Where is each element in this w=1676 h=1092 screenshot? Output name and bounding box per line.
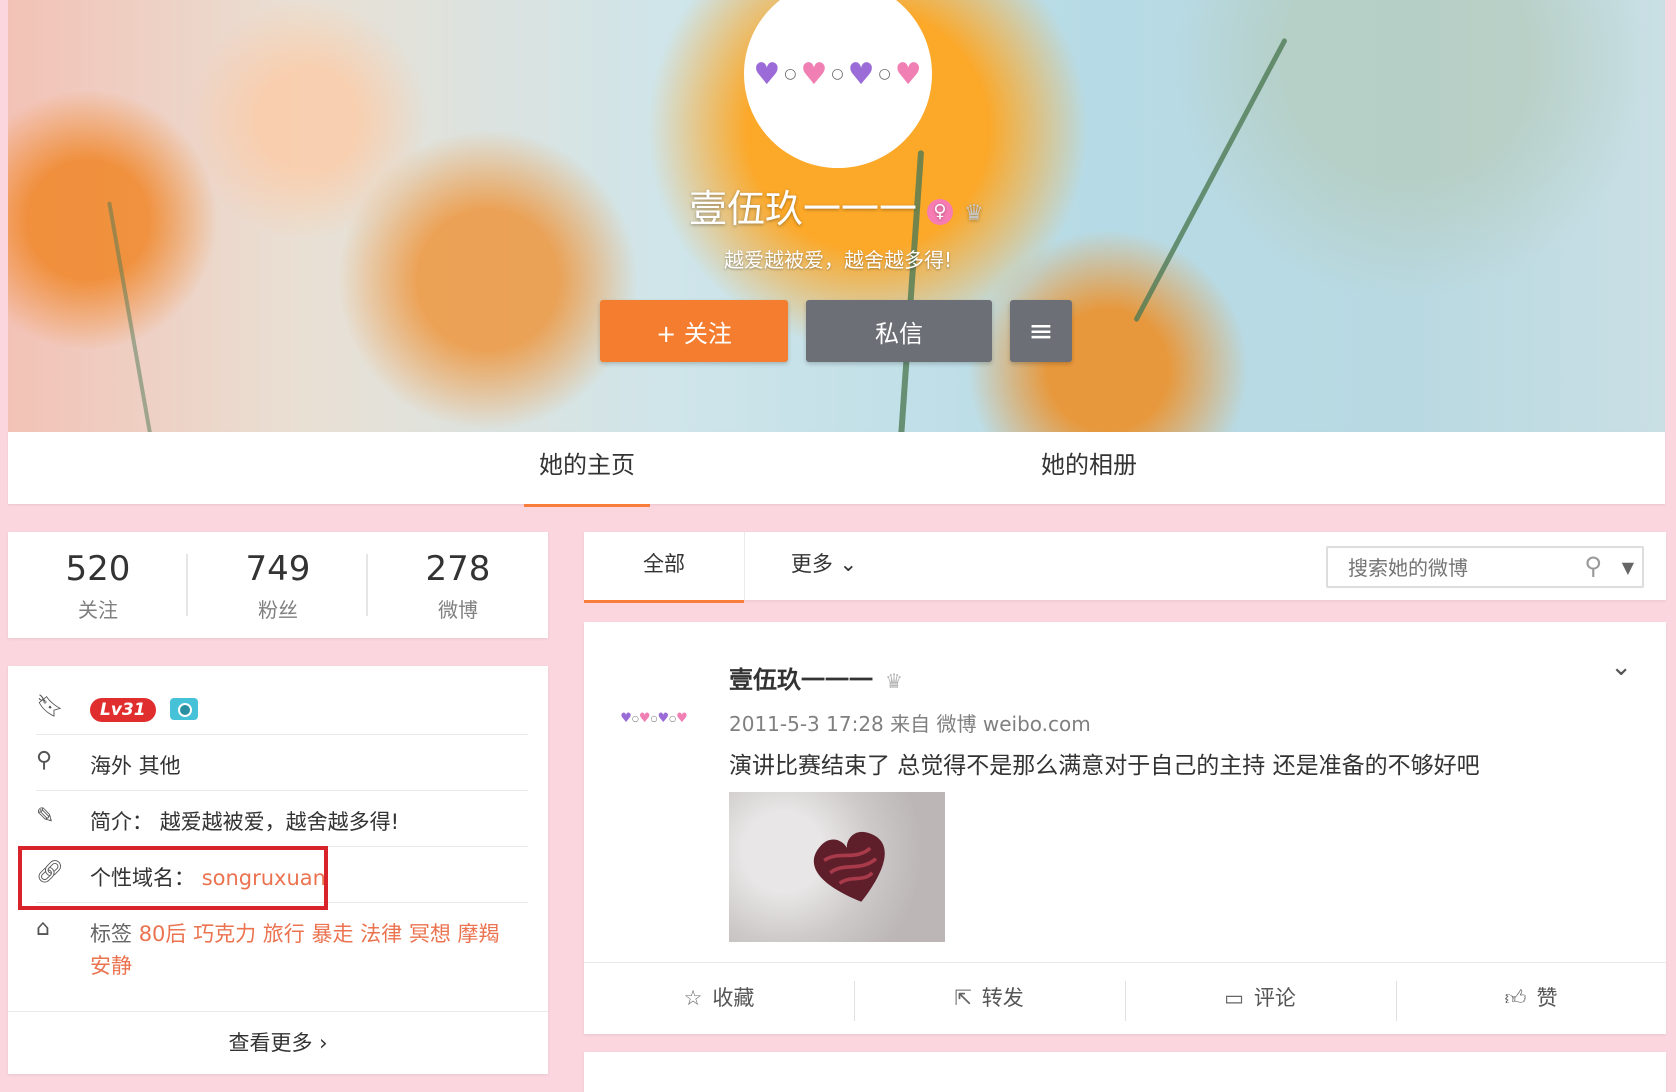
location-text: 海外 其他	[90, 754, 181, 778]
action-favorite[interactable]: ☆ 收藏	[584, 963, 854, 1035]
stat-label: 关注	[78, 598, 118, 622]
intro-value: 越爱越被爱，越舍越多得!	[159, 810, 400, 834]
stat-following[interactable]: 520 关注	[8, 532, 188, 638]
stat-posts[interactable]: 278 微博	[368, 532, 548, 638]
heart-chocolate	[813, 831, 885, 902]
intro-row: ✎ 简介： 越爱越被爱，越舍越多得!	[36, 790, 528, 847]
tag-link[interactable]: 法律	[360, 922, 402, 946]
caret-down-icon[interactable]: ▼	[1622, 558, 1634, 577]
tab-all[interactable]: 全部	[584, 532, 744, 603]
post-image-chocolate-heart[interactable]	[729, 792, 945, 942]
profile-bio: 越爱越被爱，越舍越多得!	[723, 248, 953, 272]
female-icon: ♀	[927, 198, 953, 225]
message-button[interactable]: 私信	[806, 300, 992, 362]
pink-heart-icon: ♥	[800, 56, 829, 92]
level-badge[interactable]: Lv31	[90, 698, 156, 722]
purple-heart-icon: ♥	[753, 56, 782, 92]
post-text: 演讲比赛结束了 总觉得不是那么满意对于自己的主持 还是准备的不够好吧	[729, 753, 1480, 779]
thumbs-up-icon: 👍︎	[1504, 986, 1527, 1010]
highlight-box	[18, 846, 328, 910]
stat-value: 749	[245, 549, 311, 589]
action-label: 赞	[1536, 986, 1558, 1010]
edit-icon: ✎	[36, 804, 55, 829]
search-input[interactable]	[1346, 552, 1570, 584]
profile-tabs: 她的主页 她的相册	[8, 432, 1665, 507]
tag-link[interactable]: 暴走	[311, 922, 353, 946]
search-box: ⚲ ▼	[1326, 546, 1644, 588]
profile-name: 壹伍玖一一一	[688, 187, 917, 231]
tag-link[interactable]: 冥想	[409, 922, 451, 946]
tag-link[interactable]: 摩羯	[458, 922, 500, 946]
post-author-row: 壹伍玖一一一 ♛	[729, 660, 903, 695]
crown-icon[interactable]: ♛	[961, 201, 987, 226]
tag-link[interactable]: 旅行	[263, 922, 305, 946]
stat-label: 微博	[438, 598, 478, 622]
follow-button[interactable]: + 关注	[600, 300, 788, 362]
intro-label: 简介：	[90, 810, 153, 834]
tab-more-dropdown[interactable]: 更多 ⌄	[764, 532, 884, 600]
action-repost[interactable]: ⇱ 转发	[854, 963, 1124, 1035]
crown-icon[interactable]: ♛	[885, 669, 903, 693]
tags-row: ⌂ 标签 80后 巧克力 旅行 暴走 法律 冥想 摩羯 安静	[36, 902, 528, 992]
profile-name-row: 壹伍玖一一一 ♀ ♛	[0, 178, 1676, 233]
tag-icon: ⌂	[36, 916, 50, 941]
view-more-link[interactable]: 查看更多 ›	[8, 1011, 548, 1074]
tag-link[interactable]: 巧克力	[193, 922, 256, 946]
action-like[interactable]: 👍︎ 赞	[1396, 963, 1666, 1035]
share-icon: ⇱	[954, 986, 972, 1010]
post-meta[interactable]: 2011-5-3 17:28 来自 微博 weibo.com	[729, 708, 1091, 737]
bookmark-icon: 🔖︎	[36, 694, 64, 719]
tag-link[interactable]: 安静	[90, 954, 132, 978]
tab-albums[interactable]: 她的相册	[1024, 432, 1154, 504]
star-icon: ☆	[683, 986, 703, 1010]
chevron-down-icon[interactable]: ⌄	[1610, 652, 1632, 682]
stat-value: 520	[65, 549, 131, 589]
action-label: 转发	[981, 986, 1024, 1010]
stat-label: 粉丝	[258, 598, 298, 622]
stat-followers[interactable]: 749 粉丝	[188, 532, 368, 638]
post-author[interactable]: 壹伍玖一一一	[729, 666, 873, 694]
camera-icon[interactable]	[169, 698, 198, 720]
post-avatar[interactable]: ♥ ○ ♥ ○ ♥ ○ ♥	[618, 682, 690, 754]
comment-icon: ▭	[1224, 986, 1244, 1010]
next-post-card	[584, 1052, 1666, 1092]
pink-heart-icon: ♥	[894, 56, 923, 92]
search-icon[interactable]: ⚲	[1584, 552, 1602, 580]
tag-link[interactable]: 80后	[139, 922, 187, 946]
tab-home[interactable]: 她的主页	[524, 432, 650, 507]
badges-row: 🔖︎ Lv31	[36, 666, 528, 735]
tags-label: 标签	[90, 922, 132, 946]
location-pin-icon: ⚲	[36, 748, 53, 773]
menu-icon[interactable]: ≡	[1010, 300, 1072, 362]
stat-value: 278	[425, 549, 491, 589]
stats-card: 520 关注 749 粉丝 278 微博	[8, 532, 548, 638]
location-row: ⚲ 海外 其他	[36, 734, 528, 791]
post-card: ♥ ○ ♥ ○ ♥ ○ ♥ 壹伍玖一一一 ♛ 2011-5-3 17:28 来自 微博 wei…	[584, 622, 1666, 1034]
action-label: 评论	[1253, 986, 1296, 1010]
action-comment[interactable]: ▭ 评论	[1125, 963, 1395, 1035]
feed-filter-bar: 全部 更多 ⌄ ⚲ ▼	[584, 532, 1666, 603]
post-actions: ☆ 收藏 ⇱ 转发 ▭ 评论 👍︎ 赞	[584, 962, 1666, 1035]
purple-heart-icon: ♥	[847, 56, 876, 92]
action-label: 收藏	[712, 986, 755, 1010]
